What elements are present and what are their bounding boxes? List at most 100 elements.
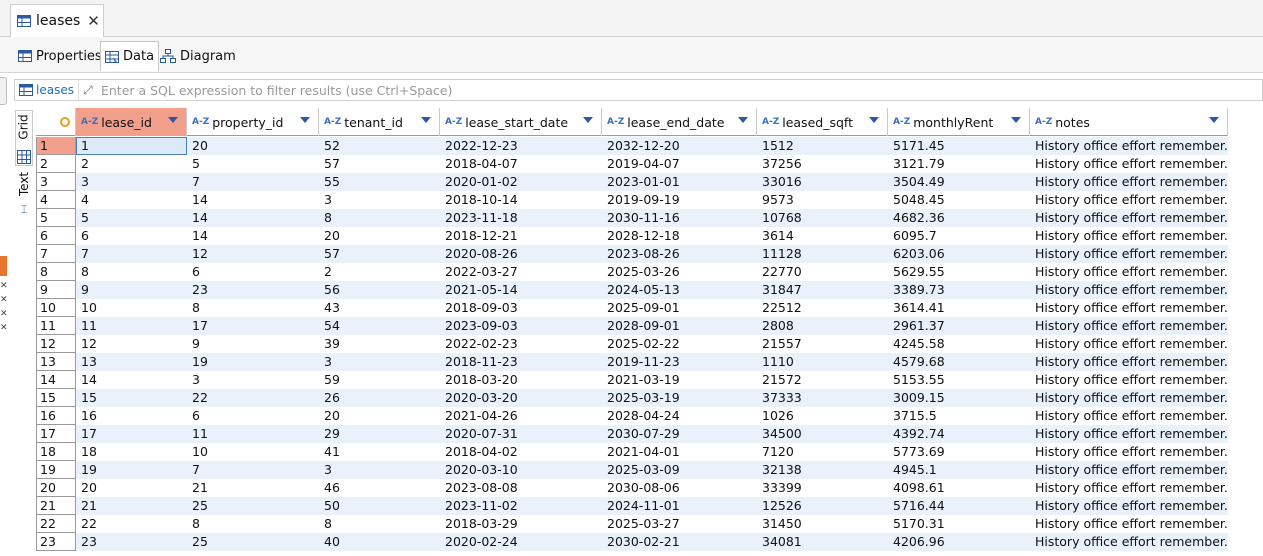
cell-property-id[interactable]: 8 [187, 299, 319, 317]
table-row[interactable]: 17 17 11 29 2020-07-31 2030-07-29 34500 4392.74… [36, 425, 1228, 443]
cell-lease-end-date[interactable]: 2030-11-16 [602, 209, 757, 227]
cell-lease-start-date[interactable]: 2018-10-14 [440, 191, 602, 209]
table-row[interactable]: 6 6 14 20 2018-12-21 2028-12-18 3614 6095.7 Hist… [36, 227, 1228, 245]
cell-lease-start-date[interactable]: 2023-11-02 [440, 497, 602, 515]
cell-property-id[interactable]: 12 [187, 245, 319, 263]
cell-monthlyRent[interactable]: 4206.96 [888, 533, 1030, 551]
expand-icon[interactable]: ⤢ [79, 83, 97, 98]
row-number[interactable]: 11 [36, 317, 76, 335]
cell-notes[interactable]: History office effort remember. [1030, 209, 1228, 227]
cell-leased-sqft[interactable]: 33016 [757, 173, 888, 191]
cell-leased-sqft[interactable]: 33399 [757, 479, 888, 497]
cell-tenant-id[interactable]: 3 [319, 353, 440, 371]
cell-leased-sqft[interactable]: 12526 [757, 497, 888, 515]
cell-notes[interactable]: History office effort remember. [1030, 263, 1228, 281]
cell-property-id[interactable]: 25 [187, 497, 319, 515]
sort-filter-arrow-icon[interactable] [300, 117, 310, 123]
row-number[interactable]: 20 [36, 479, 76, 497]
cell-lease-id[interactable]: 2 [76, 155, 187, 173]
cell-leased-sqft[interactable]: 11128 [757, 245, 888, 263]
collapse-icon[interactable]: ✕ [0, 279, 8, 293]
cell-lease-id[interactable]: 10 [76, 299, 187, 317]
cell-monthlyRent[interactable]: 4245.58 [888, 335, 1030, 353]
cell-property-id[interactable]: 11 [187, 425, 319, 443]
cell-lease-start-date[interactable]: 2018-12-21 [440, 227, 602, 245]
table-row[interactable]: 1 1 20 52 2022-12-23 2032-12-20 1512 5171.45 His… [36, 137, 1228, 155]
cell-monthlyRent[interactable]: 5170.31 [888, 515, 1030, 533]
row-number[interactable]: 6 [36, 227, 76, 245]
tab-grid[interactable]: Grid [15, 110, 33, 166]
cell-tenant-id[interactable]: 8 [319, 209, 440, 227]
cell-tenant-id[interactable]: 3 [319, 191, 440, 209]
cell-notes[interactable]: History office effort remember. [1030, 371, 1228, 389]
cell-lease-end-date[interactable]: 2024-05-13 [602, 281, 757, 299]
cell-lease-end-date[interactable]: 2030-08-06 [602, 479, 757, 497]
cell-monthlyRent[interactable]: 3504.49 [888, 173, 1030, 191]
table-row[interactable]: 3 3 7 55 2020-01-02 2023-01-01 33016 3504.49 His… [36, 173, 1228, 191]
row-number[interactable]: 18 [36, 443, 76, 461]
filter-table-selector[interactable]: leases [15, 80, 79, 100]
table-row[interactable]: 19 19 7 3 2020-03-10 2025-03-09 32138 4945.1 His… [36, 461, 1228, 479]
row-number[interactable]: 19 [36, 461, 76, 479]
cell-tenant-id[interactable]: 57 [319, 155, 440, 173]
cell-lease-end-date[interactable]: 2030-07-29 [602, 425, 757, 443]
cell-lease-start-date[interactable]: 2022-02-23 [440, 335, 602, 353]
cell-leased-sqft[interactable]: 37256 [757, 155, 888, 173]
cell-notes[interactable]: History office effort remember. [1030, 515, 1228, 533]
cell-lease-end-date[interactable]: 2024-11-01 [602, 497, 757, 515]
cell-lease-end-date[interactable]: 2032-12-20 [602, 137, 757, 155]
cell-monthlyRent[interactable]: 3121.79 [888, 155, 1030, 173]
cell-lease-end-date[interactable]: 2028-12-18 [602, 227, 757, 245]
cell-monthlyRent[interactable]: 5773.69 [888, 443, 1030, 461]
cell-property-id[interactable]: 8 [187, 515, 319, 533]
cell-notes[interactable]: History office effort remember. [1030, 227, 1228, 245]
cell-property-id[interactable]: 14 [187, 227, 319, 245]
cell-monthlyRent[interactable]: 3715.5 [888, 407, 1030, 425]
sort-filter-arrow-icon[interactable] [168, 117, 178, 123]
table-row[interactable]: 11 11 17 54 2023-09-03 2028-09-01 2808 2961.37 H… [36, 317, 1228, 335]
cell-lease-id[interactable]: 7 [76, 245, 187, 263]
cell-lease-end-date[interactable]: 2028-09-01 [602, 317, 757, 335]
cell-monthlyRent[interactable]: 6203.06 [888, 245, 1030, 263]
sort-filter-arrow-icon[interactable] [738, 117, 748, 123]
cell-monthlyRent[interactable]: 2961.37 [888, 317, 1030, 335]
cell-property-id[interactable]: 20 [187, 137, 319, 155]
cell-lease-id[interactable]: 6 [76, 227, 187, 245]
column-header-notes[interactable]: A-Z notes [1030, 108, 1228, 136]
cell-lease-end-date[interactable]: 2028-04-24 [602, 407, 757, 425]
cell-lease-id[interactable]: 5 [76, 209, 187, 227]
collapse-icon[interactable]: ✕ [0, 321, 8, 335]
tab-data[interactable]: Data [100, 41, 160, 71]
cell-tenant-id[interactable]: 46 [319, 479, 440, 497]
cell-tenant-id[interactable]: 50 [319, 497, 440, 515]
cell-lease-end-date[interactable]: 2030-02-21 [602, 533, 757, 551]
cell-lease-id[interactable]: 22 [76, 515, 187, 533]
cell-monthlyRent[interactable]: 4392.74 [888, 425, 1030, 443]
collapse-icon[interactable]: ✕ [0, 293, 8, 307]
column-header-lease-start-date[interactable]: A-Z lease_start_date [440, 108, 602, 136]
cell-tenant-id[interactable]: 26 [319, 389, 440, 407]
cell-monthlyRent[interactable]: 4945.1 [888, 461, 1030, 479]
cell-notes[interactable]: History office effort remember. [1030, 497, 1228, 515]
cell-lease-start-date[interactable]: 2018-04-07 [440, 155, 602, 173]
cell-lease-id[interactable]: 11 [76, 317, 187, 335]
cell-lease-start-date[interactable]: 2021-05-14 [440, 281, 602, 299]
cell-leased-sqft[interactable]: 21557 [757, 335, 888, 353]
cell-tenant-id[interactable]: 54 [319, 317, 440, 335]
cell-lease-id[interactable]: 13 [76, 353, 187, 371]
cell-leased-sqft[interactable]: 31450 [757, 515, 888, 533]
close-icon[interactable]: ✕ [87, 12, 100, 30]
cell-monthlyRent[interactable]: 4579.68 [888, 353, 1030, 371]
cell-notes[interactable]: History office effort remember. [1030, 317, 1228, 335]
cell-tenant-id[interactable]: 55 [319, 173, 440, 191]
cell-notes[interactable]: History office effort remember. [1030, 245, 1228, 263]
cell-lease-start-date[interactable]: 2022-03-27 [440, 263, 602, 281]
cell-leased-sqft[interactable]: 1512 [757, 137, 888, 155]
cell-lease-start-date[interactable]: 2023-08-08 [440, 479, 602, 497]
cell-lease-end-date[interactable]: 2021-03-19 [602, 371, 757, 389]
row-number[interactable]: 8 [36, 263, 76, 281]
cell-tenant-id[interactable]: 41 [319, 443, 440, 461]
cell-lease-end-date[interactable]: 2025-03-19 [602, 389, 757, 407]
cell-lease-id[interactable]: 14 [76, 371, 187, 389]
row-number[interactable]: 22 [36, 515, 76, 533]
